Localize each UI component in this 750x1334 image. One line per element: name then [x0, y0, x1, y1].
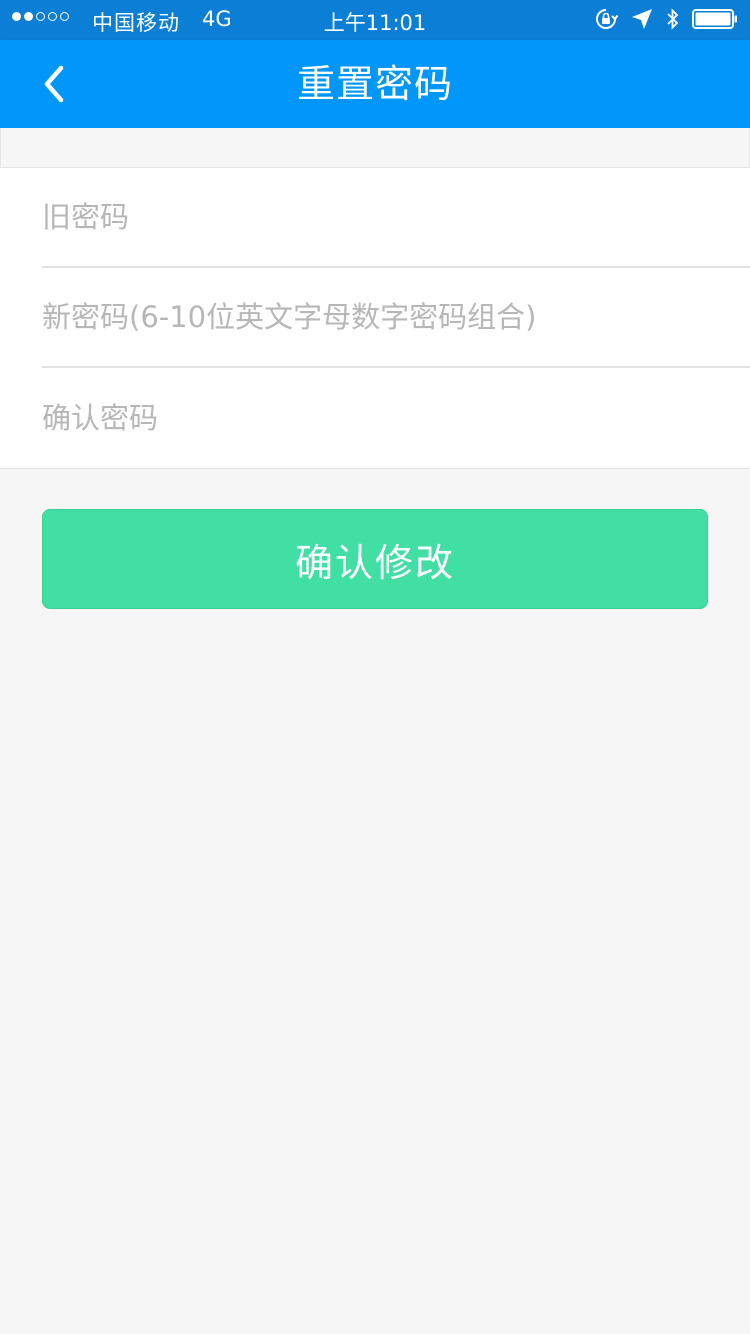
- new-password-input[interactable]: [42, 268, 750, 366]
- location-icon: [630, 7, 654, 31]
- bluetooth-icon: [666, 7, 680, 31]
- confirm-password-input[interactable]: [42, 368, 750, 468]
- password-form: [0, 167, 750, 469]
- nav-bar: 重置密码: [0, 40, 750, 128]
- orientation-lock-icon: [594, 7, 618, 31]
- status-icons: [594, 7, 738, 31]
- battery-icon: [692, 8, 738, 30]
- chevron-left-icon: [44, 65, 64, 103]
- confirm-password-row: [42, 368, 750, 468]
- back-button[interactable]: [28, 58, 80, 110]
- confirm-change-button[interactable]: 确认修改: [42, 509, 708, 609]
- old-password-row: [42, 168, 750, 268]
- old-password-input[interactable]: [42, 168, 750, 266]
- header-spacer: [0, 128, 750, 167]
- new-password-row: [42, 268, 750, 368]
- status-bar: 中国移动 4G 上午11:01: [0, 0, 750, 40]
- page-title: 重置密码: [296, 62, 453, 106]
